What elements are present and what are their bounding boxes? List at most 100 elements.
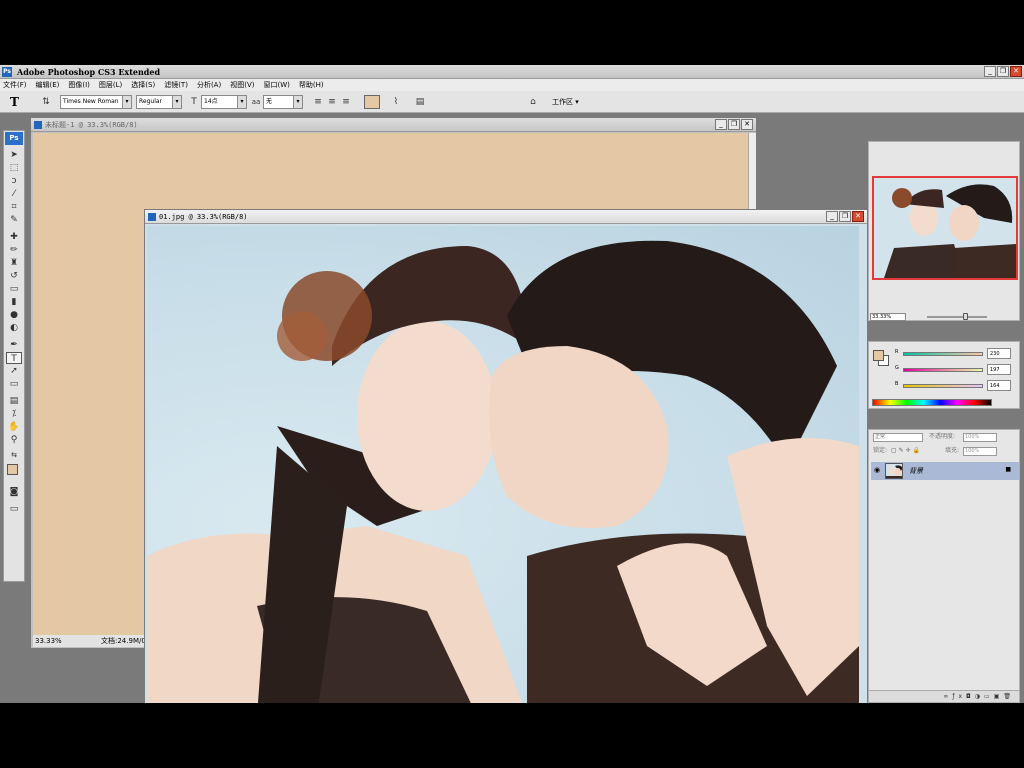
navigator-preview[interactable]: [872, 176, 1018, 280]
document-titlebar[interactable]: 未标题-1 @ 33.3%(RGB/8) _ ❐ ✕: [31, 118, 756, 132]
layer-thumbnail: [885, 463, 903, 479]
font-family-select[interactable]: Times New Roman ▾: [60, 95, 132, 109]
menu-window[interactable]: 窗口(W): [263, 79, 289, 91]
eye-icon[interactable]: ◉: [874, 466, 880, 474]
font-style-select[interactable]: Regular ▾: [136, 95, 182, 109]
opacity-field[interactable]: 100%: [963, 433, 997, 442]
eraser-icon[interactable]: ▭: [6, 283, 22, 295]
doc-restore-button[interactable]: ❐: [728, 119, 740, 130]
crop-icon[interactable]: ⌗: [6, 201, 22, 213]
restore-button[interactable]: ❐: [997, 66, 1009, 77]
menu-help[interactable]: 帮助(H): [299, 79, 324, 91]
blur-icon[interactable]: ●: [6, 309, 22, 321]
text-color-swatch[interactable]: [364, 95, 380, 109]
antialias-select[interactable]: 无 ▾: [263, 95, 303, 109]
marquee-icon[interactable]: ⬚: [6, 162, 22, 174]
path-select-icon[interactable]: ➚: [6, 365, 22, 377]
align-left-icon[interactable]: ≡: [312, 95, 324, 109]
doc-close-button[interactable]: ✕: [852, 211, 864, 222]
color-b-value[interactable]: 164: [987, 380, 1011, 391]
color-b-slider[interactable]: [903, 384, 983, 388]
color-g-slider[interactable]: [903, 368, 983, 372]
type-tool-preset-icon[interactable]: T: [10, 95, 24, 109]
menu-image[interactable]: 图像(I): [68, 79, 90, 91]
menu-layer[interactable]: 图层(L): [99, 79, 122, 91]
zoom-level[interactable]: 33.33%: [35, 635, 62, 647]
color-g-label: G: [895, 365, 899, 371]
healing-icon[interactable]: ✚: [6, 231, 22, 243]
app-title: Adobe Photoshop CS3 Extended: [17, 67, 161, 77]
color-g-value[interactable]: 197: [987, 364, 1011, 375]
color-spectrum-bar[interactable]: [872, 399, 992, 406]
menu-edit[interactable]: 编辑(E): [36, 79, 60, 91]
shape-icon[interactable]: ▭: [6, 378, 22, 390]
document-size: 文档:24.9M/0: [101, 637, 146, 645]
photoshop-badge-icon[interactable]: Ps: [5, 132, 23, 145]
text-orientation-icon[interactable]: ⇅: [40, 95, 52, 109]
workspace-label: 工作区: [552, 98, 573, 106]
character-panel-icon[interactable]: ▤: [414, 95, 426, 109]
stamp-icon[interactable]: ♜: [6, 257, 22, 269]
swap-colors-icon[interactable]: ⇆: [6, 449, 22, 461]
lock-options-icon[interactable]: ▢✎✛🔒: [891, 445, 922, 457]
doc-close-button[interactable]: ✕: [741, 119, 753, 130]
menu-view[interactable]: 视图(V): [230, 79, 254, 91]
doc-restore-button[interactable]: ❐: [839, 211, 851, 222]
move-icon[interactable]: ➤: [6, 149, 22, 161]
app-titlebar: Ps Adobe Photoshop CS3 Extended _ ❐ ✕: [0, 65, 1024, 79]
color-b-row: B 164: [893, 380, 1017, 392]
type-icon[interactable]: T: [6, 352, 22, 364]
warp-text-icon[interactable]: ⌇: [390, 95, 402, 109]
foreground-color-swatch[interactable]: [7, 464, 18, 475]
color-r-value[interactable]: 230: [987, 348, 1011, 359]
gradient-icon[interactable]: ▮: [6, 296, 22, 308]
color-panel-foreground-swatch[interactable]: [873, 350, 884, 361]
brush-icon[interactable]: ✏: [6, 244, 22, 256]
slice-icon[interactable]: ✎: [6, 214, 22, 226]
lasso-icon[interactable]: ↄ: [6, 175, 22, 187]
layer-row-background[interactable]: ◉ 背景 ■: [871, 462, 1019, 480]
menu-select[interactable]: 选择(S): [131, 79, 155, 91]
font-size-select[interactable]: 14点 ▾: [201, 95, 247, 109]
notes-icon[interactable]: ▤: [6, 395, 22, 407]
close-button[interactable]: ✕: [1010, 66, 1022, 77]
navigator-zoom-field[interactable]: 33.33%: [870, 313, 906, 321]
pen-icon[interactable]: ✒: [6, 339, 22, 351]
menu-filter[interactable]: 滤镜(T): [164, 79, 188, 91]
blend-mode-select[interactable]: 正常: [873, 433, 923, 442]
color-b-label: B: [895, 381, 899, 387]
color-r-slider[interactable]: [903, 352, 983, 356]
doc-minimize-button[interactable]: _: [715, 119, 727, 130]
document-window-photo[interactable]: 01.jpg @ 33.3%(RGB/8) _ ❐ ✕: [144, 209, 868, 703]
align-center-icon[interactable]: ≡: [326, 95, 338, 109]
navigator-zoom-handle[interactable]: [963, 313, 968, 320]
document-titlebar[interactable]: 01.jpg @ 33.3%(RGB/8) _ ❐ ✕: [145, 210, 867, 224]
zoom-icon[interactable]: ⚲: [6, 434, 22, 446]
fill-field[interactable]: 100%: [963, 447, 997, 456]
history-brush-icon[interactable]: ↺: [6, 270, 22, 282]
screen-mode-icon[interactable]: ▭: [6, 503, 22, 515]
workspace-button[interactable]: 工作区 ▾: [552, 95, 592, 109]
doc-minimize-button[interactable]: _: [826, 211, 838, 222]
magic-wand-icon[interactable]: ⁄: [6, 188, 22, 200]
navigator-zoom-slider[interactable]: [927, 316, 987, 318]
photoshop-logo-icon: Ps: [2, 67, 12, 77]
align-right-icon[interactable]: ≡: [340, 95, 352, 109]
font-size-icon: T: [191, 97, 197, 107]
menu-analysis[interactable]: 分析(A): [197, 79, 221, 91]
photoshop-screen: Ps Adobe Photoshop CS3 Extended _ ❐ ✕ 文件…: [0, 65, 1024, 703]
dodge-icon[interactable]: ◐: [6, 322, 22, 334]
layer-name: 背景: [909, 467, 923, 475]
photo-canvas[interactable]: [147, 226, 859, 703]
menu-file[interactable]: 文件(F): [3, 79, 27, 91]
color-panel: R 230 G 197 B 164: [868, 341, 1020, 409]
color-r-row: R 230: [893, 348, 1017, 360]
hand-icon[interactable]: ✋: [6, 421, 22, 433]
layers-footer-icons[interactable]: ∞ƒx◘◑▭▣🗑: [869, 690, 1019, 702]
minimize-button[interactable]: _: [984, 66, 996, 77]
layers-lock-row: 锁定: ▢✎✛🔒 填充: 100%: [871, 445, 1019, 457]
layer-thumbnail-image: [886, 464, 902, 478]
eyedropper-icon[interactable]: ⁒: [6, 408, 22, 420]
workspace-icon[interactable]: ⌂: [526, 95, 540, 109]
quick-mask-icon[interactable]: ◙: [6, 486, 22, 498]
